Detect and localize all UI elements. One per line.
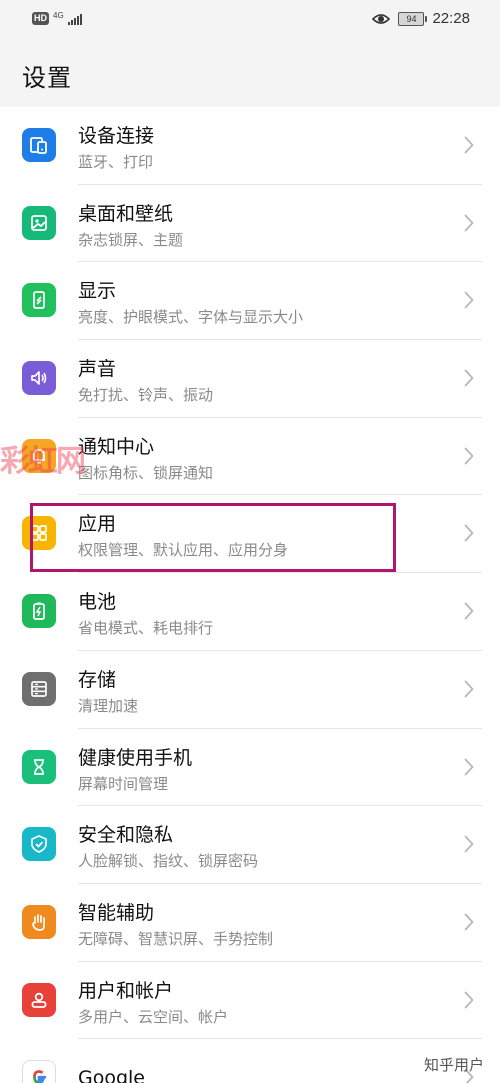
apps-icon <box>22 516 56 551</box>
settings-item-title: 显示 <box>78 280 117 303</box>
settings-item-subtitle: 屏幕时间管理 <box>78 774 169 793</box>
settings-item-title: 智能辅助 <box>78 901 155 924</box>
chevron-right-icon <box>464 291 474 309</box>
wallpaper-icon <box>22 205 56 240</box>
chevron-right-icon <box>464 1068 474 1083</box>
settings-item[interactable]: 桌面和壁纸杂志锁屏、主题 <box>0 185 500 263</box>
settings-item[interactable]: 声音免打扰、铃声、振动 <box>0 340 500 418</box>
user-icon <box>22 982 56 1017</box>
settings-item-title: 桌面和壁纸 <box>78 202 174 225</box>
settings-item[interactable]: 存储 清理加速 <box>0 651 500 729</box>
settings-item[interactable]: 智能辅助无障碍、智慧识屏、手势控制 <box>0 884 500 962</box>
settings-item[interactable]: 设备连接 蓝牙、打印 <box>0 107 500 185</box>
chevron-right-icon <box>464 525 474 542</box>
settings-item-subtitle: 蓝牙、打印 <box>78 153 154 171</box>
settings-item-title: 应用 <box>78 513 117 536</box>
storage-icon <box>22 671 56 706</box>
shield-icon <box>22 827 56 862</box>
settings-item[interactable]: 通知中心图标角标、锁屏通知 <box>0 418 500 496</box>
clock: 22:28 <box>432 10 470 27</box>
chevron-right-icon <box>464 369 474 387</box>
eye-comfort-icon <box>372 13 391 24</box>
settings-item[interactable]: 用户和帐户多用户、云空间、帐户 <box>0 962 500 1040</box>
settings-item[interactable]: 健康使用手机屏幕时间管理 <box>0 729 500 807</box>
settings-item[interactable]: 应用权限管理、默认应用、应用分身 <box>0 495 500 574</box>
battery-icon <box>22 594 56 629</box>
settings-item-subtitle: 无障碍、智慧识屏、手势控制 <box>78 929 274 948</box>
chevron-right-icon <box>464 680 474 698</box>
devices-icon <box>22 128 56 162</box>
settings-item-subtitle: 免打扰、铃声、振动 <box>78 386 214 405</box>
display-icon <box>22 283 56 318</box>
settings-item-subtitle: 权限管理、默认应用、应用分身 <box>78 541 289 560</box>
settings-item-title: Google <box>78 1067 146 1083</box>
settings-item-title: 设备连接 <box>78 125 155 147</box>
settings-item-subtitle: 人脸解锁、指纹、锁屏密码 <box>78 852 259 871</box>
settings-item-subtitle: 杂志锁屏、主题 <box>78 230 184 249</box>
settings-item-subtitle: 图标角标、锁屏通知 <box>78 463 214 482</box>
notification-icon <box>22 438 56 473</box>
settings-item[interactable]: Google <box>0 1039 500 1083</box>
settings-item-title: 健康使用手机 <box>78 746 193 769</box>
chevron-right-icon <box>464 136 474 154</box>
settings-item-subtitle: 亮度、护眼模式、字体与显示大小 <box>78 308 304 327</box>
signal-icon <box>67 13 82 25</box>
settings-item-title: 电池 <box>78 591 117 614</box>
settings-item-title: 用户和帐户 <box>78 979 174 1002</box>
settings-item[interactable]: 电池省电模式、耗电排行 <box>0 573 500 651</box>
settings-item-subtitle: 清理加速 <box>78 696 139 715</box>
chevron-right-icon <box>464 758 474 775</box>
status-right: 94 22:28 <box>372 10 470 27</box>
hand-icon <box>22 904 56 939</box>
settings-item-subtitle: 多用户、云空间、帐户 <box>78 1007 229 1026</box>
chevron-right-icon <box>464 991 474 1008</box>
battery-indicator: 94 <box>398 11 428 26</box>
settings-item-title: 声音 <box>78 358 117 381</box>
chevron-right-icon <box>464 214 474 232</box>
sound-icon <box>22 361 56 396</box>
google-icon <box>22 1060 56 1083</box>
settings-item[interactable]: 显示亮度、护眼模式、字体与显示大小 <box>0 262 500 341</box>
chevron-right-icon <box>464 602 474 620</box>
settings-item-title: 安全和隐私 <box>78 824 174 847</box>
settings-item-subtitle: 省电模式、耗电排行 <box>78 619 214 638</box>
status-left: HD 4G <box>32 10 82 25</box>
settings-item-title: 存储 <box>78 668 117 691</box>
hd-badge: HD <box>32 12 49 25</box>
settings-list: 设备连接蓝牙、打印桌面和壁纸杂志锁屏、主题显示亮度、护眼模式、字体与显示大小声音… <box>0 107 500 1083</box>
network-type: 4G <box>53 10 64 20</box>
settings-item[interactable]: 安全和隐私人脸解锁、指纹、锁屏密码 <box>0 806 500 884</box>
page-title: 设置 <box>22 64 72 92</box>
status-bar: HD 4G 94 22:28 <box>0 0 500 44</box>
hourglass-icon <box>22 749 56 784</box>
chevron-right-icon <box>464 447 474 465</box>
chevron-right-icon <box>464 835 474 853</box>
chevron-right-icon <box>464 913 474 931</box>
settings-item-title: 通知中心 <box>78 435 155 458</box>
